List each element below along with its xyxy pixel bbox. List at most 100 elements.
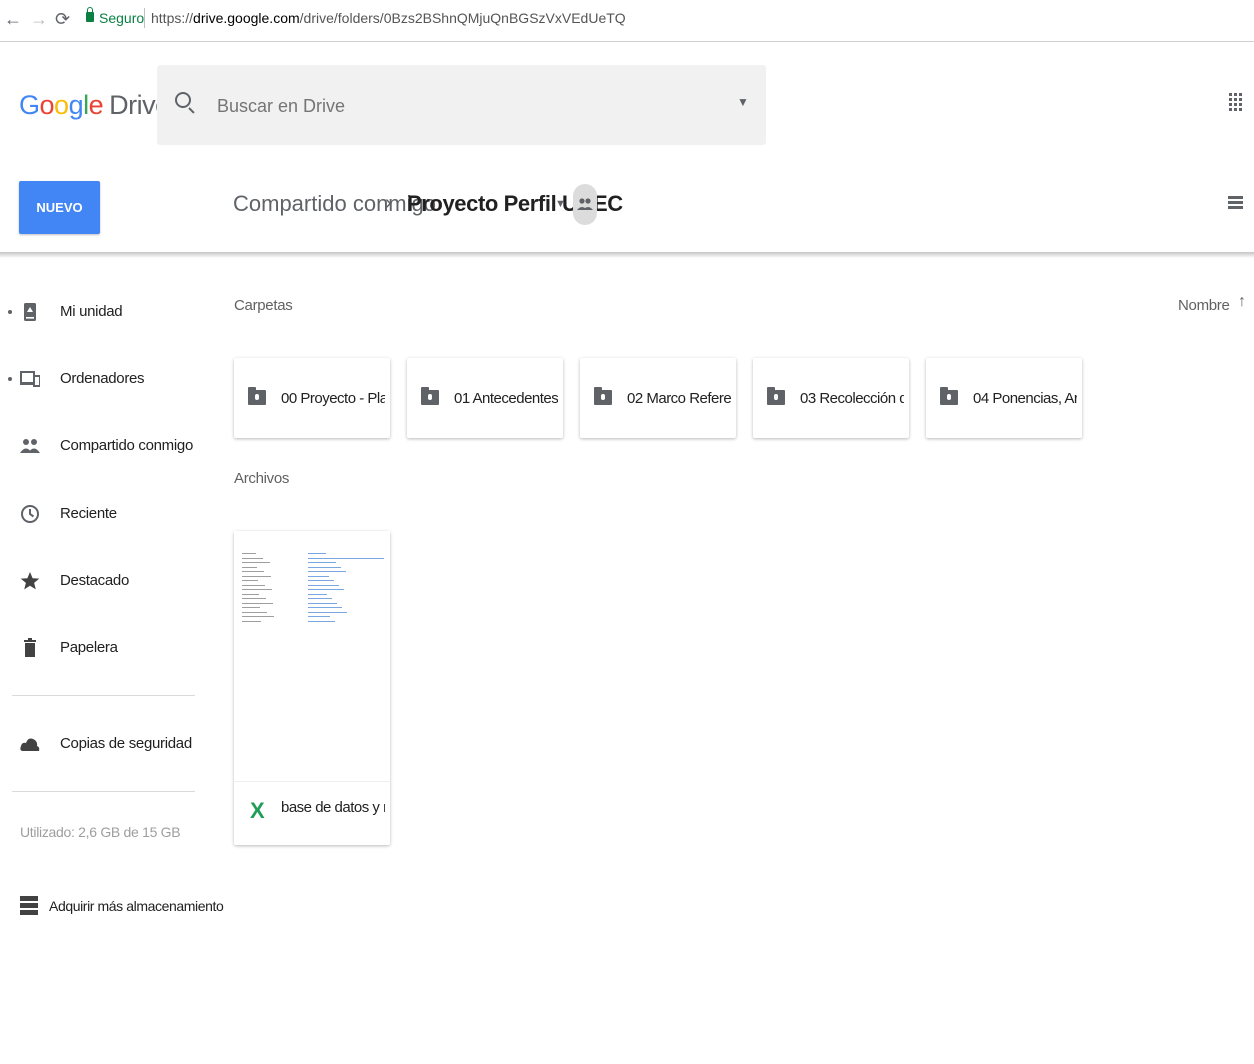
thumbnail-line (308, 575, 329, 577)
people-icon (20, 436, 40, 456)
folder-card[interactable]: 00 Proyecto - Plan... (234, 358, 390, 438)
buy-storage-link[interactable]: Adquirir más almacenamiento (20, 894, 224, 920)
files-heading: Archivos (234, 470, 290, 487)
thumbnail-line (308, 607, 342, 608)
sidebar-item-label: Mi unidad (60, 303, 123, 320)
folder-name: 02 Marco Referen... (627, 390, 731, 407)
breadcrumb-shared-with-me[interactable]: Compartido conmigo (233, 191, 436, 217)
storage-usage-text: Utilizado: 2,6 GB de 15 GB (20, 824, 181, 840)
search-icon[interactable] (175, 92, 191, 108)
storage-icon (20, 896, 38, 916)
computers-icon (20, 369, 41, 389)
trash-icon (20, 638, 40, 658)
folder-card[interactable]: 02 Marco Referen... (580, 358, 736, 438)
sidebar-item-computers[interactable]: Ordenadores (0, 359, 205, 399)
thumbnail-line (242, 620, 261, 622)
thumbnail-line (308, 580, 334, 581)
star-icon (20, 571, 40, 591)
folder-name: 00 Proyecto - Plan... (281, 390, 385, 407)
sidebar-item-trash[interactable]: Papelera (0, 628, 205, 668)
search-options-dropdown-icon[interactable]: ▼ (737, 95, 749, 109)
google-drive-logo[interactable]: Google Drive (19, 90, 170, 121)
breadcrumb-chevron-icon: › (385, 192, 392, 214)
thumbnail-line (308, 602, 337, 604)
sidebar-item-starred[interactable]: Destacado (0, 561, 205, 601)
thumbnail-line (242, 589, 272, 590)
folder-card[interactable]: 01 Antecedentes (407, 358, 563, 438)
sidebar-divider (12, 695, 195, 696)
sort-by-name-button[interactable]: Nombre (1178, 297, 1230, 314)
reload-icon[interactable]: ⟳ (55, 8, 70, 30)
thumbnail-line (242, 553, 256, 554)
thumbnail-line (308, 593, 327, 595)
sidebar-item-recent[interactable]: Reciente (0, 494, 205, 534)
new-button[interactable]: NUEVO (19, 181, 100, 234)
sidebar-item-label: Destacado (60, 572, 130, 589)
logo-letter: g (68, 90, 84, 120)
thumbnail-line (242, 607, 260, 608)
thumbnail-line (308, 553, 326, 554)
logo-letter: G (19, 90, 40, 120)
url-field[interactable]: https://drive.google.com/drive/folders/0… (151, 10, 626, 26)
sidebar-item-label: Compartido conmigo (60, 437, 193, 454)
folder-name: 01 Antecedentes (454, 390, 558, 407)
shared-folder-people-icon[interactable] (573, 184, 597, 225)
sidebar-item-label: Reciente (60, 505, 117, 522)
thumbnail-line (242, 584, 265, 586)
folder-card[interactable]: 03 Recolección da... (753, 358, 909, 438)
thumbnail-line (242, 571, 264, 572)
secure-label: Seguro (99, 10, 145, 26)
folder-name: 04 Ponencias, Artí... (973, 390, 1077, 407)
thumbnail-line (308, 589, 344, 590)
back-arrow-icon[interactable]: ← (4, 8, 22, 30)
browser-address-bar: ← → ⟳ Seguro https://drive.google.com/dr… (0, 0, 1254, 42)
apps-grid-icon[interactable] (1229, 93, 1243, 115)
thumbnail-line (242, 580, 258, 581)
sidebar-item-my-drive[interactable]: Mi unidad (0, 292, 205, 332)
folder-name: 03 Recolección da... (800, 390, 904, 407)
drive-icon (20, 302, 40, 322)
thumbnail-line (242, 562, 270, 563)
thumbnail-line (308, 584, 339, 586)
sidebar-divider (12, 791, 195, 792)
logo-letter: e (88, 90, 104, 120)
lock-icon (86, 7, 94, 22)
sidebar-item-shared-with-me[interactable]: Compartido conmigo (0, 426, 205, 466)
buy-storage-label: Adquirir más almacenamiento (49, 898, 224, 914)
thumbnail-line (308, 562, 336, 563)
file-card[interactable]: X base de datos y re... (234, 531, 390, 845)
thumbnail-line (308, 611, 347, 613)
expand-arrow-icon[interactable] (8, 377, 12, 381)
thumbnail-line (242, 611, 267, 613)
spreadsheet-icon: X (250, 798, 265, 823)
clock-icon (20, 504, 40, 524)
folder-menu-dropdown-icon[interactable]: ▼ (555, 198, 566, 210)
folder-card[interactable]: 04 Ponencias, Artí... (926, 358, 1082, 438)
shared-folder-icon (421, 387, 439, 405)
thumbnail-line (308, 620, 335, 622)
header-shadow (0, 252, 1254, 258)
url-scheme: https:// (151, 10, 194, 26)
thumbnail-line (242, 602, 273, 604)
cloud-icon (20, 734, 40, 754)
file-card-footer: X base de datos y re... (234, 781, 390, 845)
thumbnail-line (308, 557, 384, 559)
sidebar-item-backups[interactable]: Copias de seguridad (0, 724, 205, 764)
address-separator (144, 8, 145, 28)
search-box[interactable]: ▼ (157, 65, 766, 145)
logo-letter: o (54, 90, 69, 120)
thumbnail-line (308, 598, 332, 599)
list-view-icon[interactable] (1228, 196, 1243, 211)
file-name: base de datos y re... (281, 799, 385, 816)
shared-folder-icon (594, 387, 612, 405)
sort-direction-arrow-icon[interactable]: ↑ (1238, 293, 1246, 311)
expand-arrow-icon[interactable] (8, 310, 12, 314)
logo-letter: o (39, 90, 55, 120)
thumbnail-line (308, 571, 346, 572)
shared-folder-icon (248, 387, 266, 405)
forward-arrow-icon[interactable]: → (30, 8, 48, 30)
search-input[interactable] (217, 93, 697, 119)
thumbnail-line (308, 566, 341, 568)
file-thumbnail (234, 531, 390, 781)
thumbnail-line (242, 575, 271, 577)
